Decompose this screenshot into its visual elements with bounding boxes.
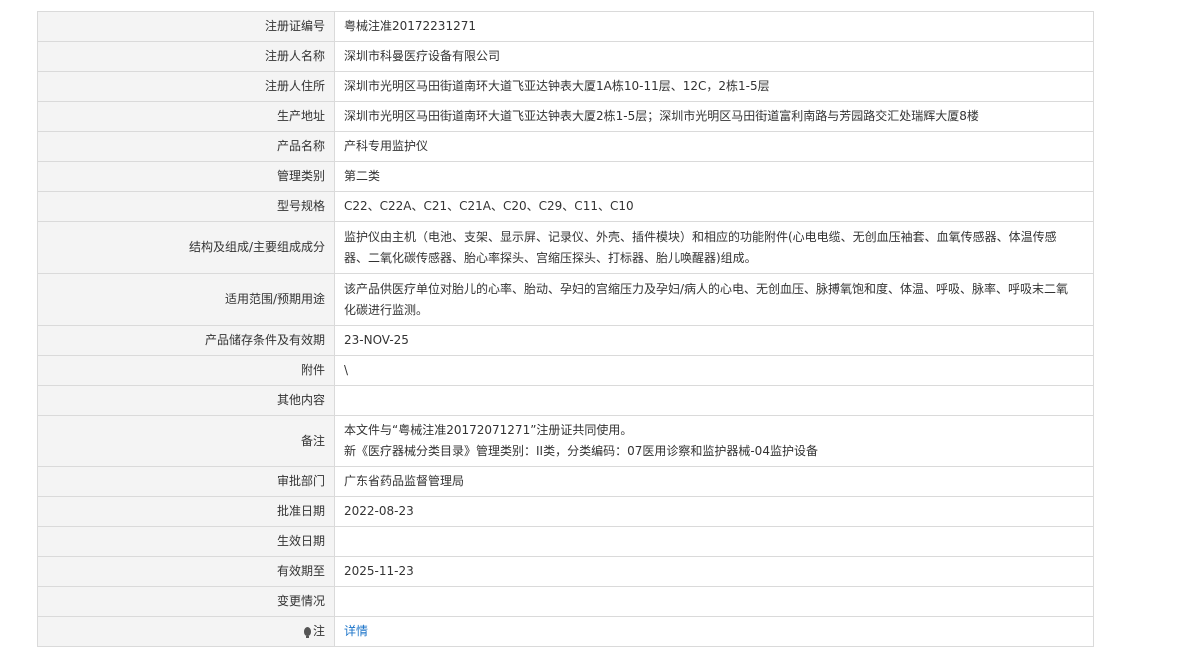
table-row: 产品储存条件及有效期 23-NOV-25 <box>37 325 1094 356</box>
other-content-value <box>334 385 1094 416</box>
remarks-line: 新《医疗器械分类目录》管理类别：II类，分类编码：07医用诊察和监护器械-04监… <box>344 444 818 458</box>
change-history-value <box>334 586 1094 617</box>
table-row: 注册证编号 粤械注准20172231271 <box>37 11 1094 42</box>
model-spec-value: C22、C22A、C21、C21A、C20、C29、C11、C10 <box>334 191 1094 222</box>
effective-date-value <box>334 526 1094 557</box>
note-label-cell: 注 <box>37 616 335 647</box>
remarks-value: 本文件与“粤械注准20172071271”注册证共同使用。 新《医疗器械分类目录… <box>334 415 1094 467</box>
registration-record: 注册证编号 粤械注准20172231271 注册人名称 深圳市科曼医疗设备有限公… <box>37 11 1094 671</box>
storage-validity-value: 23-NOV-25 <box>334 325 1094 356</box>
registration-number-label: 注册证编号 <box>37 11 335 42</box>
table-row: 适用范围/预期用途 该产品供医疗单位对胎儿的心率、胎动、孕妇的宫缩压力及孕妇/病… <box>37 273 1094 326</box>
table-row: 生产地址 深圳市光明区马田街道南环大道飞亚达钟表大厦2栋1-5层；深圳市光明区马… <box>37 101 1094 132</box>
table-row: 注 详情 <box>37 616 1094 647</box>
valid-until-label: 有效期至 <box>37 556 335 587</box>
table-row: 其他内容 <box>37 385 1094 416</box>
management-category-label: 管理类别 <box>37 161 335 192</box>
table-row: 产品名称 产科专用监护仪 <box>37 131 1094 162</box>
product-name-value: 产科专用监护仪 <box>334 131 1094 162</box>
valid-until-value: 2025-11-23 <box>334 556 1094 587</box>
product-name-label: 产品名称 <box>37 131 335 162</box>
note-value-cell: 详情 <box>334 616 1094 647</box>
other-content-label: 其他内容 <box>37 385 335 416</box>
remarks-label: 备注 <box>37 415 335 467</box>
lightbulb-icon <box>303 627 311 638</box>
production-address-value: 深圳市光明区马田街道南环大道飞亚达钟表大厦2栋1-5层；深圳市光明区马田街道富利… <box>334 101 1094 132</box>
table-row: 注册人名称 深圳市科曼医疗设备有限公司 <box>37 41 1094 72</box>
table-row: 管理类别 第二类 <box>37 161 1094 192</box>
change-history-label: 变更情况 <box>37 586 335 617</box>
approval-date-value: 2022-08-23 <box>334 496 1094 527</box>
storage-validity-label: 产品储存条件及有效期 <box>37 325 335 356</box>
table-row: 附件 \ <box>37 355 1094 386</box>
registrant-address-value: 深圳市光明区马田街道南环大道飞亚达钟表大厦1A栋10-11层、12C，2栋1-5… <box>334 71 1094 102</box>
registrant-address-label: 注册人住所 <box>37 71 335 102</box>
intended-use-value: 该产品供医疗单位对胎儿的心率、胎动、孕妇的宫缩压力及孕妇/病人的心电、无创血压、… <box>334 273 1094 326</box>
registrant-name-label: 注册人名称 <box>37 41 335 72</box>
note-label: 注 <box>312 624 325 638</box>
table-row: 结构及组成/主要组成成分 监护仪由主机（电池、支架、显示屏、记录仪、外壳、插件模… <box>37 221 1094 274</box>
table-row: 备注 本文件与“粤械注准20172071271”注册证共同使用。 新《医疗器械分… <box>37 415 1094 467</box>
table-row: 注册人住所 深圳市光明区马田街道南环大道飞亚达钟表大厦1A栋10-11层、12C… <box>37 71 1094 102</box>
table-row: 审批部门 广东省药品监督管理局 <box>37 466 1094 497</box>
structure-composition-label: 结构及组成/主要组成成分 <box>37 221 335 274</box>
attachment-value: \ <box>334 355 1094 386</box>
table-row: 有效期至 2025-11-23 <box>37 556 1094 587</box>
intended-use-label: 适用范围/预期用途 <box>37 273 335 326</box>
table-row: 型号规格 C22、C22A、C21、C21A、C20、C29、C11、C10 <box>37 191 1094 222</box>
table-row: 批准日期 2022-08-23 <box>37 496 1094 527</box>
approval-date-label: 批准日期 <box>37 496 335 527</box>
table-row: 生效日期 <box>37 526 1094 557</box>
registrant-name-value: 深圳市科曼医疗设备有限公司 <box>334 41 1094 72</box>
approval-department-label: 审批部门 <box>37 466 335 497</box>
attachment-label: 附件 <box>37 355 335 386</box>
table-row: 变更情况 <box>37 586 1094 617</box>
effective-date-label: 生效日期 <box>37 526 335 557</box>
registration-number-value: 粤械注准20172231271 <box>334 11 1094 42</box>
approval-department-value: 广东省药品监督管理局 <box>334 466 1094 497</box>
management-category-value: 第二类 <box>334 161 1094 192</box>
details-link[interactable]: 详情 <box>344 624 368 638</box>
structure-composition-value: 监护仪由主机（电池、支架、显示屏、记录仪、外壳、插件模块）和相应的功能附件(心电… <box>334 221 1094 274</box>
remarks-line: 本文件与“粤械注准20172071271”注册证共同使用。 <box>344 423 633 437</box>
production-address-label: 生产地址 <box>37 101 335 132</box>
model-spec-label: 型号规格 <box>37 191 335 222</box>
record-table: 注册证编号 粤械注准20172231271 注册人名称 深圳市科曼医疗设备有限公… <box>37 11 1094 647</box>
